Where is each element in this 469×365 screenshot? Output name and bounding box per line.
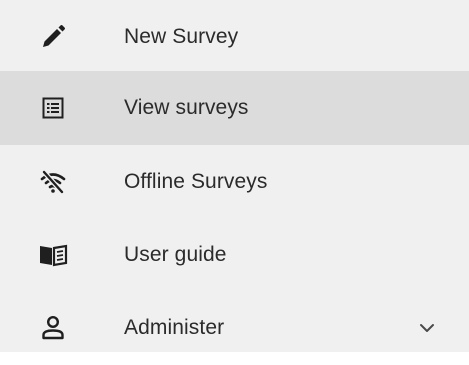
chevron-down-icon[interactable] (415, 316, 439, 340)
sidebar-item-label: Offline Surveys (124, 170, 268, 193)
person-icon (38, 313, 68, 343)
sidebar-item-view-surveys[interactable]: View surveys (0, 71, 469, 145)
list-icon (38, 93, 68, 123)
wifi-off-icon (38, 167, 68, 197)
pencil-icon (38, 22, 68, 52)
sidebar-item-new-survey[interactable]: New Survey (0, 0, 469, 74)
sidebar-item-administer[interactable]: Administer (0, 291, 469, 365)
sidebar-item-label: New Survey (124, 25, 239, 48)
book-icon (38, 240, 68, 270)
sidebar-item-label: User guide (124, 243, 227, 266)
sidebar-item-user-guide[interactable]: User guide (0, 218, 469, 292)
sidebar-item-label: View surveys (124, 96, 249, 119)
sidebar-nav: New Survey View surveys Offline Surveys … (0, 0, 469, 352)
sidebar-item-offline-surveys[interactable]: Offline Surveys (0, 145, 469, 219)
sidebar-item-label: Administer (124, 316, 225, 339)
